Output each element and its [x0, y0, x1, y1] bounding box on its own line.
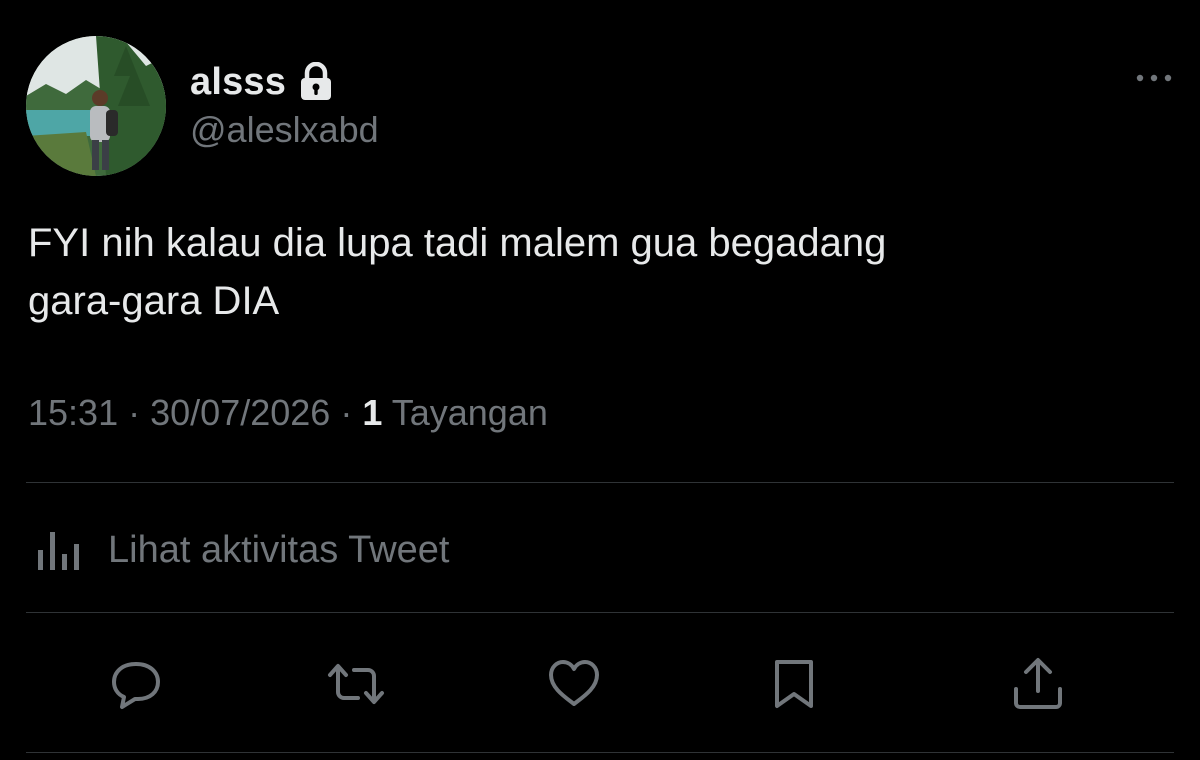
avatar[interactable]: [26, 36, 166, 176]
reply-button[interactable]: [104, 652, 168, 716]
tweet-time[interactable]: 15:31: [28, 392, 118, 433]
retweet-icon: [326, 656, 386, 712]
analytics-icon: [36, 528, 86, 572]
meta-separator: ·: [340, 392, 353, 433]
retweet-button[interactable]: [324, 652, 388, 716]
display-name[interactable]: alsss: [190, 61, 286, 104]
tweet-date[interactable]: 30/07/2026: [150, 392, 330, 433]
bookmark-button[interactable]: [762, 652, 826, 716]
divider: [26, 482, 1174, 483]
like-button[interactable]: [542, 652, 606, 716]
more-options-icon[interactable]: [1128, 64, 1180, 92]
author-name-row: alsss: [190, 58, 334, 106]
tweet-text-line: gara-gara DIA: [28, 279, 280, 323]
divider: [26, 752, 1174, 753]
views-label: Tayangan: [391, 392, 548, 433]
divider: [26, 612, 1174, 613]
tweet-meta: 15:31 · 30/07/2026 · 1 Tayangan: [28, 392, 548, 434]
tweet-activity-link[interactable]: Lihat aktivitas Tweet: [36, 520, 449, 580]
share-button[interactable]: [1006, 652, 1070, 716]
reply-icon: [108, 656, 164, 712]
views-count: 1: [362, 392, 383, 433]
tweet-text: FYI nih kalau dia lupa tadi malem gua be…: [28, 214, 1128, 330]
lock-icon: [298, 61, 334, 102]
author-handle[interactable]: @aleslxabd: [190, 109, 379, 151]
activity-label: Lihat aktivitas Tweet: [108, 528, 450, 571]
meta-separator: ·: [128, 392, 141, 433]
bookmark-icon: [769, 656, 819, 712]
avatar-image: [26, 36, 166, 176]
tweet-text-line: FYI nih kalau dia lupa tadi malem gua be…: [28, 221, 887, 265]
like-icon: [545, 656, 603, 712]
share-icon: [1010, 655, 1066, 713]
